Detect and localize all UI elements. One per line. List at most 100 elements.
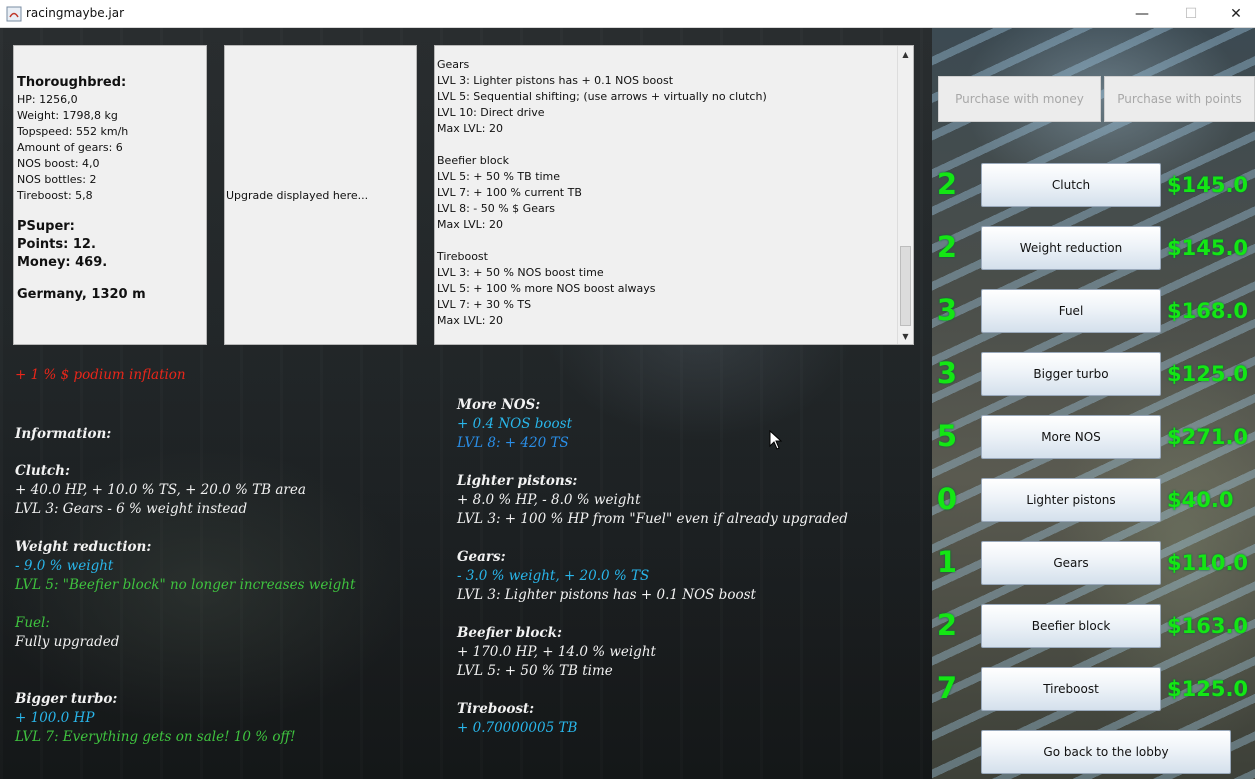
tireboost-effect: + 0.70000005 TB [457, 720, 578, 736]
upgrade-button-bigger-turbo[interactable]: Bigger turbo [981, 352, 1161, 396]
upgrade-display-panel: Upgrade displayed here... [224, 45, 417, 345]
info-line: Beefier block [437, 154, 509, 167]
info-line: Max LVL: 20 [437, 314, 504, 327]
car-stat: NOS boost: 4,0 [17, 157, 100, 170]
pistons-level-effect: LVL 3: + 100 % HP from "Fuel" even if al… [457, 511, 848, 527]
information-heading: Information: [15, 426, 112, 442]
car-stat: Amount of gears: 6 [17, 141, 123, 154]
weight-title: Weight reduction: [15, 539, 152, 555]
turbo-level-effect: LVL 7: Everything gets on sale! 10 % off… [15, 729, 296, 745]
weight-effect: - 9.0 % weight [15, 558, 114, 574]
vertical-scrollbar[interactable]: ▲ ▼ [897, 46, 913, 344]
upgrade-button-lighter-pistons[interactable]: Lighter pistons [981, 478, 1161, 522]
upgrade-button-more-nos[interactable]: More NOS [981, 415, 1161, 459]
fuel-effect: Fully upgraded [15, 634, 120, 650]
info-line: LVL 5: Sequential shifting; (use arrows … [437, 90, 767, 103]
player-name: PSuper: [17, 219, 75, 234]
info-line: Max LVL: 20 [437, 218, 504, 231]
info-line: LVL 7: + 100 % current TB [437, 186, 582, 199]
clutch-title: Clutch: [15, 463, 70, 479]
maximize-button[interactable]: ☐ [1168, 0, 1214, 28]
car-stat: NOS bottles: 2 [17, 173, 97, 186]
info-line: LVL 10: Direct drive [437, 106, 545, 119]
turbo-title: Bigger turbo: [15, 691, 118, 707]
clutch-level-effect: LVL 3: Gears - 6 % weight instead [15, 501, 248, 517]
block-effect: + 170.0 HP, + 14.0 % weight [457, 644, 656, 660]
mouse-cursor-icon [769, 430, 783, 450]
upgrade-button-tireboost[interactable]: Tireboost [981, 667, 1161, 711]
pistons-title: Lighter pistons: [457, 473, 578, 489]
upgrade-level: 1 [936, 545, 958, 579]
purchase-with-money-button[interactable]: Purchase with money [938, 76, 1101, 122]
upgrade-info-textarea[interactable]: Gears LVL 3: Lighter pistons has + 0.1 N… [434, 45, 914, 345]
car-stat: Tireboost: 5,8 [17, 189, 93, 202]
upgrade-level: 2 [936, 608, 958, 642]
info-line: LVL 8: - 50 % $ Gears [437, 202, 555, 215]
car-stats-panel: Thoroughbred: HP: 1256,0 Weight: 1798,8 … [13, 45, 207, 345]
nos-title: More NOS: [457, 397, 541, 413]
upgrade-price: $145.0 [1167, 236, 1249, 260]
upgrade-button-fuel[interactable]: Fuel [981, 289, 1161, 333]
upgrade-price: $145.0 [1167, 173, 1249, 197]
upgrade-level: 3 [936, 293, 958, 327]
upgrade-level: 3 [936, 356, 958, 390]
upgrade-price: $125.0 [1167, 362, 1249, 386]
car-stat: HP: 1256,0 [17, 93, 78, 106]
scrollbar-thumb[interactable] [900, 246, 911, 326]
player-money: Money: 469. [17, 255, 108, 270]
player-points: Points: 12. [17, 237, 96, 252]
fuel-title: Fuel: [15, 615, 50, 631]
info-line: LVL 5: + 100 % more NOS boost always [437, 282, 656, 295]
podium-inflation-text: + 1 % $ podium inflation [15, 367, 186, 383]
back-to-lobby-button[interactable]: Go back to the lobby [981, 730, 1231, 774]
upgrade-button-clutch[interactable]: Clutch [981, 163, 1161, 207]
gears-level-effect: LVL 3: Lighter pistons has + 0.1 NOS boo… [457, 587, 756, 603]
block-title: Beefier block: [457, 625, 562, 641]
weight-level-effect: LVL 5: "Beefier block" no longer increas… [15, 577, 356, 593]
upgrade-price: $163.0 [1167, 614, 1249, 638]
java-app-icon [6, 6, 22, 22]
gears-effect: - 3.0 % weight, + 20.0 % TS [457, 568, 650, 584]
info-line [437, 233, 767, 249]
window-title: racingmaybe.jar [26, 6, 125, 20]
info-line: Gears [437, 58, 470, 71]
purchase-with-points-button[interactable]: Purchase with points [1104, 76, 1255, 122]
clutch-effect: + 40.0 HP, + 10.0 % TS, + 20.0 % TB area [15, 482, 306, 498]
upgrade-price: $125.0 [1167, 677, 1249, 701]
upgrade-level: 2 [936, 167, 958, 201]
track-info: Germany, 1320 m [17, 287, 146, 302]
info-line: Max LVL: 20 [437, 122, 504, 135]
block-level-effect: LVL 5: + 50 % TB time [457, 663, 613, 679]
info-line: Tireboost [437, 250, 488, 263]
upgrade-price: $168.0 [1167, 299, 1249, 323]
upgrade-placeholder-text: Upgrade displayed here... [226, 189, 369, 202]
info-line: LVL 3: + 50 % NOS boost time [437, 266, 604, 279]
scroll-down-icon[interactable]: ▼ [898, 328, 913, 344]
upgrade-button-gears[interactable]: Gears [981, 541, 1161, 585]
minimize-button[interactable]: — [1119, 0, 1165, 28]
car-stat: Topspeed: 552 km/h [17, 125, 129, 138]
gears-title: Gears: [457, 549, 506, 565]
upgrade-level: 7 [936, 671, 958, 705]
upgrade-button-weight-reduction[interactable]: Weight reduction [981, 226, 1161, 270]
upgrade-price: $271.0 [1167, 425, 1249, 449]
info-line [437, 137, 767, 153]
tireboost-title: Tireboost: [457, 701, 535, 717]
car-stat: Weight: 1798,8 kg [17, 109, 118, 122]
car-name: Thoroughbred: [17, 75, 127, 90]
nos-level-effect: LVL 8: + 420 TS [457, 435, 569, 451]
nos-effect: + 0.4 NOS boost [457, 416, 573, 432]
upgrade-button-beefier-block[interactable]: Beefier block [981, 604, 1161, 648]
upgrade-level: 0 [936, 482, 958, 516]
upgrade-price: $110.0 [1167, 551, 1249, 575]
upgrade-level: 5 [936, 419, 958, 453]
upgrade-level: 2 [936, 230, 958, 264]
pistons-effect: + 8.0 % HP, - 8.0 % weight [457, 492, 641, 508]
scroll-up-icon[interactable]: ▲ [898, 46, 913, 62]
turbo-effect: + 100.0 HP [15, 710, 95, 726]
info-line: LVL 7: + 30 % TS [437, 298, 532, 311]
upgrade-price: $40.0 [1167, 488, 1234, 512]
info-line: LVL 3: Lighter pistons has + 0.1 NOS boo… [437, 74, 674, 87]
title-bar: racingmaybe.jar — ☐ ✕ [0, 0, 1255, 28]
close-button[interactable]: ✕ [1213, 0, 1255, 28]
